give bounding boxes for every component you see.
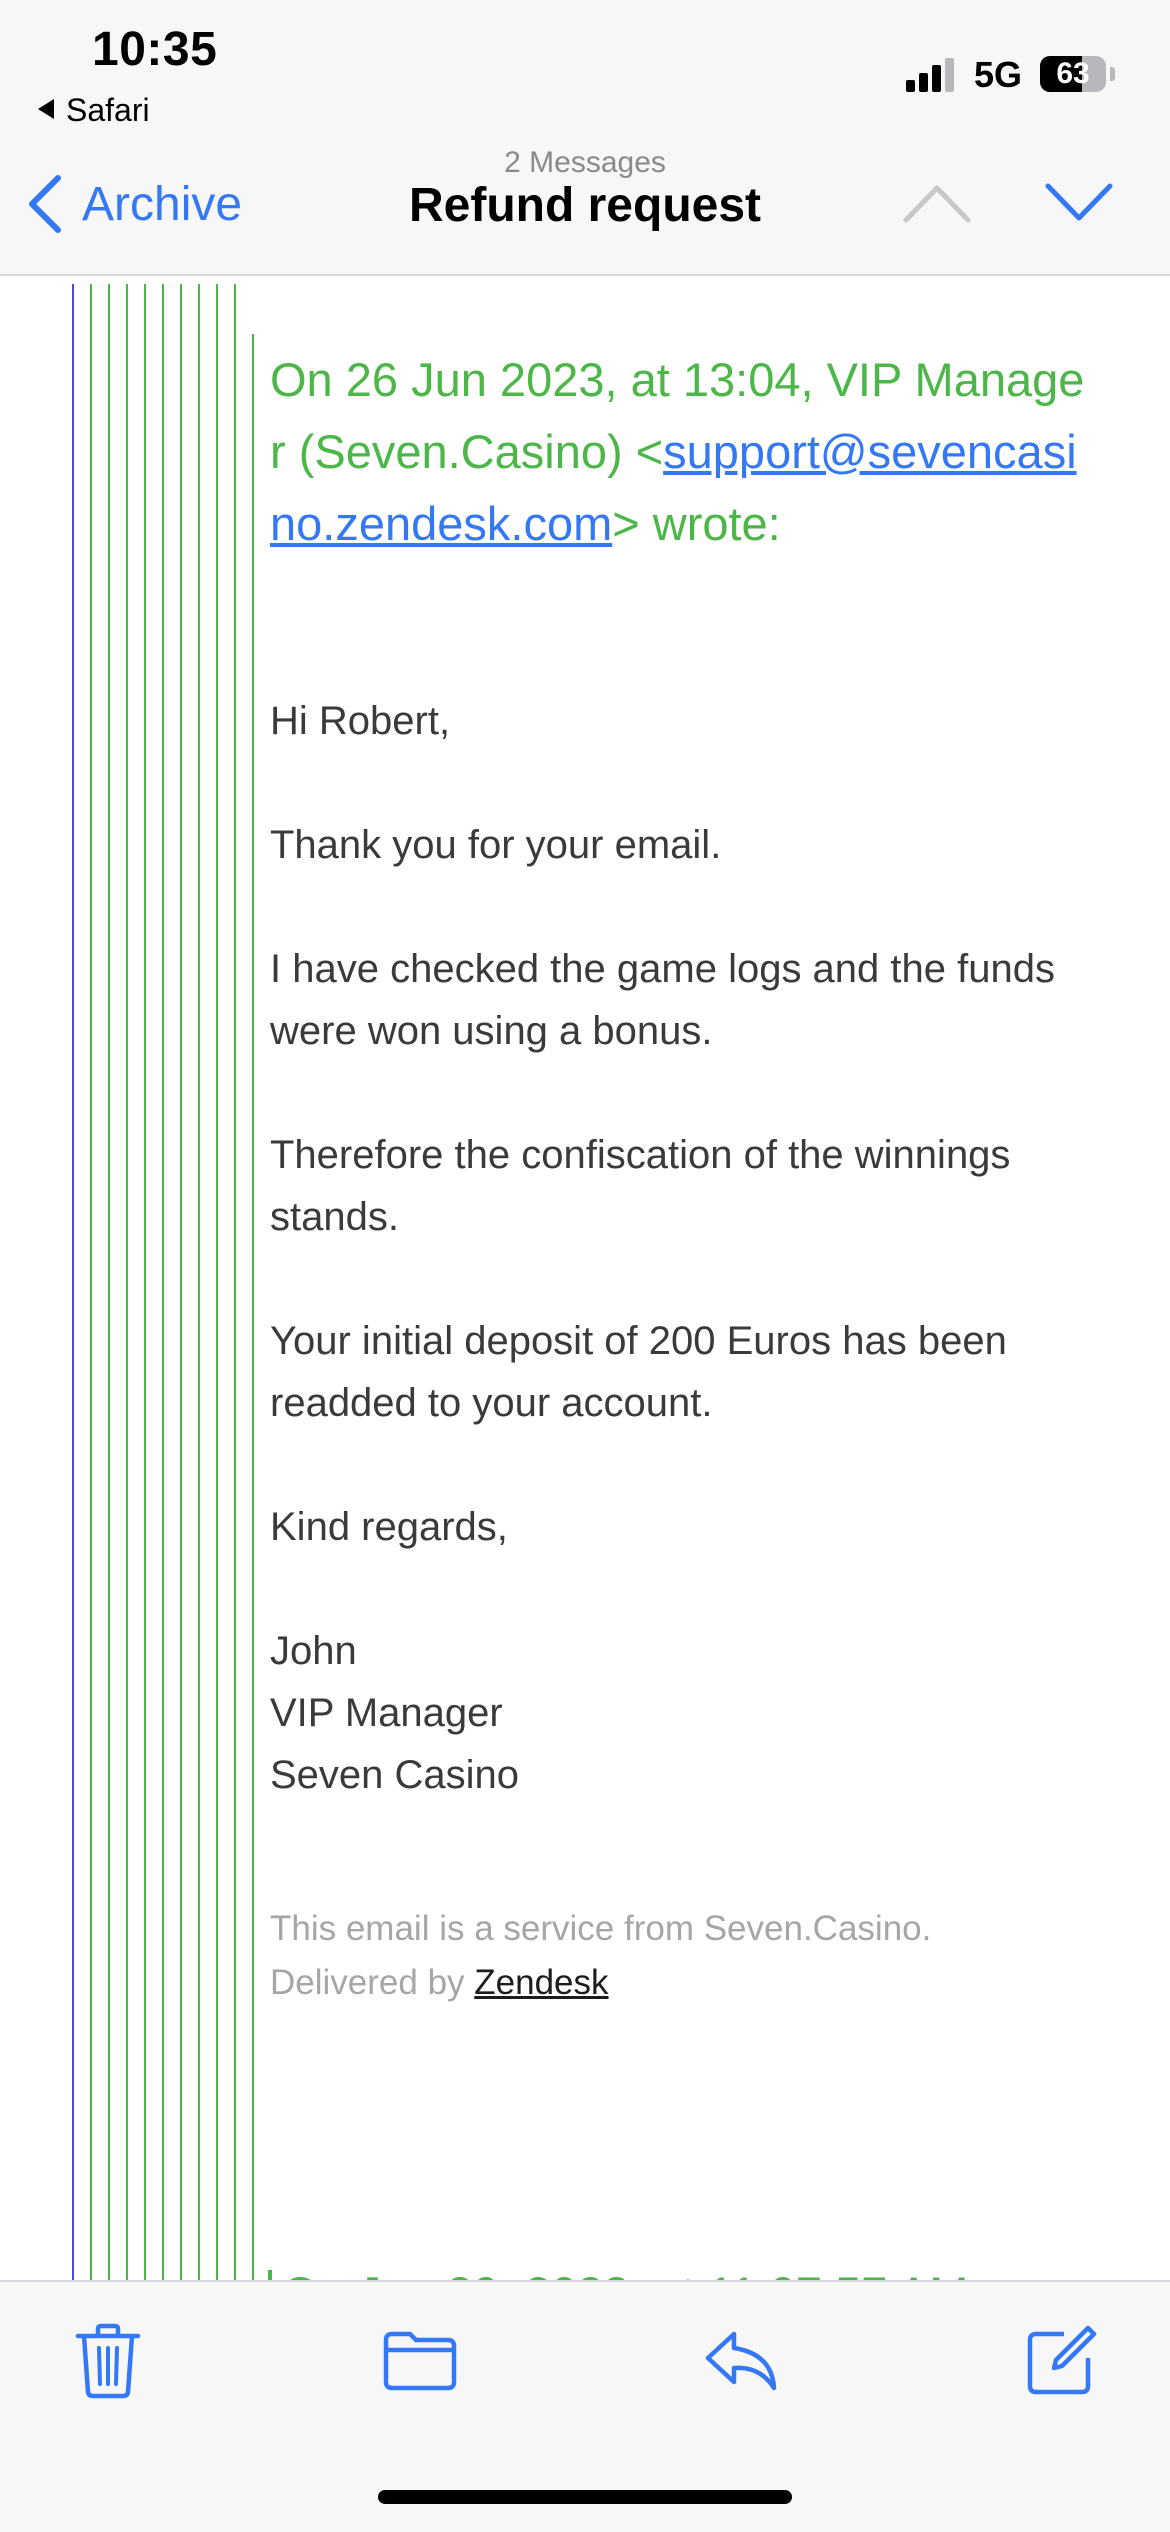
compose-icon (1027, 2325, 1097, 2395)
back-to-app-button[interactable]: Safari (38, 92, 150, 129)
quote-bar (108, 284, 110, 2280)
quote-bar (234, 284, 236, 2280)
folder-icon (383, 2331, 457, 2391)
signature-line: VIP Manager (270, 1691, 503, 1735)
next-quote-header: On Jun 20, 2023, at 11:07:57 AM (282, 2266, 968, 2280)
quote-bar (252, 334, 254, 2280)
page-title: Refund request (408, 179, 762, 232)
quote-bar (72, 284, 74, 2280)
footer-delivered-line: Delivered by Zendesk (270, 1956, 1090, 2010)
greeting: Hi Robert, (270, 699, 451, 743)
battery-tip (1110, 67, 1115, 81)
reply-button[interactable] (702, 2320, 782, 2400)
trash-icon (75, 2323, 141, 2399)
chevron-down-icon (1045, 183, 1113, 221)
quote-bar (198, 284, 200, 2280)
footer-service-text: This email is a service from Seven.Casin… (270, 1909, 932, 1948)
next-message-button[interactable] (1042, 178, 1116, 226)
paragraph: Thank you for your email. (270, 823, 722, 867)
paragraph: Kind regards, (270, 1505, 508, 1549)
battery-icon: 63 (1040, 56, 1106, 92)
chevron-up-icon (903, 185, 971, 223)
paragraph: I have checked the game logs and the fun… (270, 947, 1055, 1053)
quote-header-suffix: > wrote: (612, 497, 781, 550)
status-time: 10:35 (92, 23, 218, 76)
previous-message-button[interactable] (900, 178, 974, 226)
battery-percent: 63 (1056, 57, 1090, 90)
paragraph: Therefore the confiscation of the winnin… (270, 1133, 1011, 1239)
signature-line: Seven Casino (270, 1753, 520, 1797)
mail-screen: 10:35 Safari 5G 63 Archive 2 Messages Re… (0, 0, 1170, 2532)
back-triangle-icon (38, 99, 54, 119)
quote-bar (90, 284, 92, 2280)
zendesk-link[interactable]: Zendesk (474, 1963, 608, 2002)
message-body[interactable]: On 26 Jun 2023, at 13:04, VIP Manager (S… (0, 284, 1170, 2280)
signature-line: John (270, 1629, 357, 1673)
back-app-label: Safari (66, 92, 150, 128)
message-count: 2 Messages (504, 146, 666, 179)
compose-button[interactable] (1020, 2320, 1100, 2400)
paragraph: Your initial deposit of 200 Euros has be… (270, 1319, 1007, 1425)
signature: John VIP Manager Seven Casino (270, 1620, 1090, 1806)
next-quote-bar (268, 2270, 272, 2280)
quote-bar (144, 284, 146, 2280)
quote-header: On 26 Jun 2023, at 13:04, VIP Manager (S… (270, 344, 1090, 560)
delete-button[interactable] (68, 2320, 148, 2400)
email-footer: This email is a service from Seven.Casin… (270, 1902, 1090, 2010)
footer-delivered-prefix: Delivered by (270, 1963, 465, 2002)
signal-strength-icon (906, 56, 958, 92)
quote-bar (180, 284, 182, 2280)
quote-bar (216, 284, 218, 2280)
home-indicator[interactable] (378, 2490, 792, 2504)
status-bar: 10:35 Safari 5G 63 (0, 0, 1170, 140)
quoted-message: On 26 Jun 2023, at 13:04, VIP Manager (S… (270, 344, 1090, 2010)
quote-bar (126, 284, 128, 2280)
reply-icon (705, 2331, 777, 2391)
move-to-folder-button[interactable] (380, 2320, 460, 2400)
quote-bar (162, 284, 164, 2280)
network-type: 5G (974, 54, 1023, 95)
